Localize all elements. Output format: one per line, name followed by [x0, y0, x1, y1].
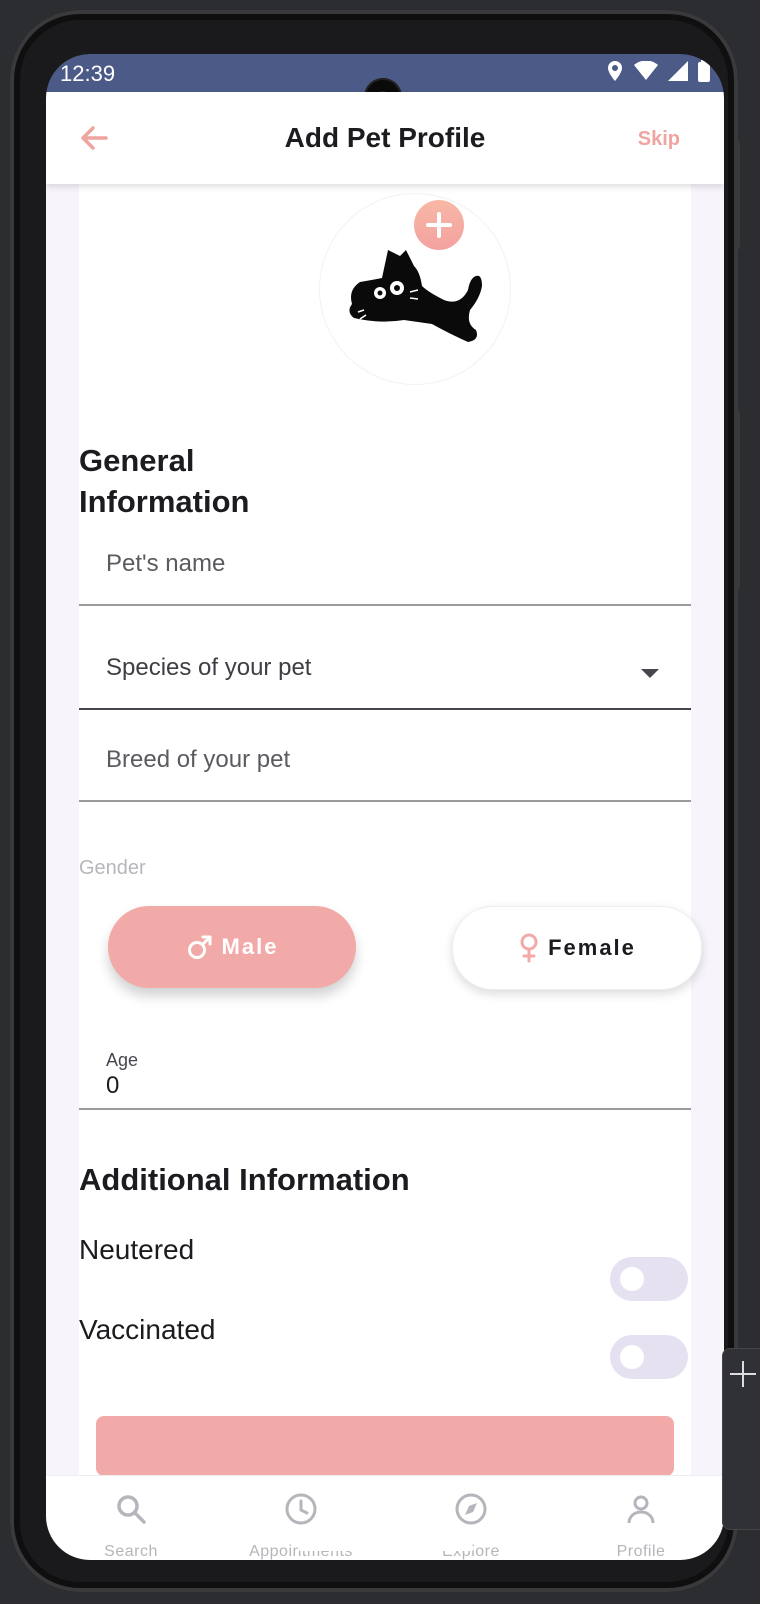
- nav-item-search[interactable]: Search: [46, 1476, 216, 1560]
- species-placeholder: Species of your pet: [106, 654, 312, 681]
- pet-name-field[interactable]: Pet's name: [79, 532, 691, 606]
- nav-label-search: Search: [104, 1543, 158, 1560]
- emulator-zoom-controls[interactable]: [722, 1348, 760, 1530]
- age-label: Age: [106, 1050, 139, 1070]
- nav-label-profile: Profile: [616, 1543, 666, 1560]
- clock-icon: [285, 1493, 317, 1525]
- general-information-heading: General Information: [79, 440, 250, 522]
- location-icon: [608, 61, 622, 81]
- species-dropdown[interactable]: Species of your pet: [79, 634, 691, 710]
- male-symbol-icon: [187, 935, 212, 959]
- form-scroll-area[interactable]: General Information Pet's name Species o…: [46, 184, 724, 1475]
- neutered-toggle[interactable]: [610, 1257, 688, 1301]
- male-button[interactable]: Male: [108, 906, 356, 988]
- additional-information-heading: Additional Information: [79, 1162, 410, 1197]
- power-button: [734, 140, 740, 250]
- phone-frame: 12:39 Add Pet Profile Skip General Infor…: [10, 10, 740, 1592]
- general-heading-line1: General: [79, 443, 195, 478]
- zoom-in-icon[interactable]: [723, 1349, 760, 1399]
- add-photo-button[interactable]: [414, 200, 464, 250]
- signal-icon: [668, 61, 688, 81]
- pet-name-placeholder: Pet's name: [106, 550, 226, 577]
- breed-field[interactable]: Breed of your pet: [79, 730, 691, 802]
- volume-button: [734, 410, 740, 590]
- female-button[interactable]: Female: [452, 906, 702, 990]
- general-heading-line2: Information: [79, 484, 250, 519]
- compass-icon: [455, 1493, 487, 1525]
- battery-icon: [698, 60, 710, 82]
- wifi-icon: [634, 61, 658, 80]
- home-gesture-bar[interactable]: [298, 1545, 474, 1551]
- age-value: 0: [106, 1072, 120, 1099]
- person-icon: [627, 1495, 655, 1524]
- search-icon: [117, 1495, 146, 1524]
- male-label: Male: [221, 934, 279, 959]
- device-screen: 12:39 Add Pet Profile Skip General Infor…: [46, 54, 724, 1560]
- pet-profile-form: General Information Pet's name Species o…: [79, 184, 702, 1475]
- dropdown-arrow-icon: [641, 669, 659, 678]
- age-field[interactable]: [79, 1024, 691, 1110]
- breed-placeholder: Breed of your pet: [106, 746, 291, 773]
- female-label: Female: [548, 935, 636, 960]
- gender-label: Gender: [79, 857, 146, 879]
- plus-icon: [426, 212, 452, 238]
- vaccinated-label: Vaccinated: [79, 1314, 216, 1345]
- neutered-label: Neutered: [79, 1234, 195, 1265]
- nav-item-profile[interactable]: Profile: [556, 1476, 724, 1560]
- vaccinated-toggle[interactable]: [610, 1335, 688, 1379]
- app-bar: Add Pet Profile Skip: [46, 92, 724, 184]
- page-title: Add Pet Profile: [284, 122, 486, 153]
- submit-button[interactable]: [96, 1416, 674, 1475]
- toggle-knob: [620, 1267, 644, 1291]
- toggle-knob: [620, 1345, 644, 1369]
- skip-button[interactable]: Skip: [638, 128, 680, 151]
- status-time: 12:39: [60, 61, 116, 86]
- female-symbol-icon: [520, 933, 538, 963]
- status-icons: [606, 60, 710, 82]
